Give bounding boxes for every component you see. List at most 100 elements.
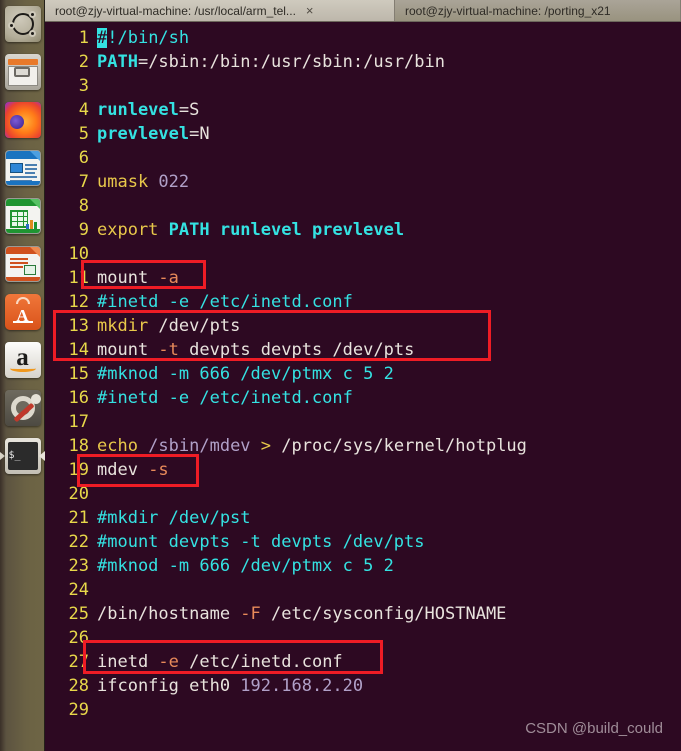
line-number: 12	[68, 292, 89, 312]
code-line: 11 mount -a	[45, 266, 681, 290]
launcher-item-firefox[interactable]	[0, 96, 45, 144]
launcher-item-ubuntu-dash[interactable]	[0, 0, 45, 48]
line-number: 7	[78, 172, 89, 192]
code-lines: 1 #!/bin/sh 2 PATH=/sbin:/bin:/usr/sbin:/us…	[45, 26, 681, 722]
code-token: =N	[189, 124, 210, 144]
launcher-item-terminal[interactable]: $_	[0, 432, 45, 480]
code-token: #mknod -m 666 /dev/ptmx c 5 2	[97, 364, 394, 384]
line-number: 20	[68, 484, 89, 504]
code-line: 29	[45, 698, 681, 722]
code-token: #	[97, 28, 108, 48]
code-token: devpts devpts /dev/pts	[178, 340, 415, 360]
code-line: 14 mount -t devpts devpts /dev/pts	[45, 338, 681, 362]
line-number: 9	[78, 220, 89, 240]
launcher-item-libreoffice-calc[interactable]	[0, 192, 45, 240]
code-token: -s	[148, 460, 169, 480]
code-line: 15 #mknod -m 666 /dev/ptmx c 5 2	[45, 362, 681, 386]
code-line: 19 mdev -s	[45, 458, 681, 482]
code-token: PATH runlevel prevlevel	[168, 220, 405, 240]
code-line: 12 #inetd -e /etc/inetd.conf	[45, 290, 681, 314]
terminal-tab-2-title: root@zjy-virtual-machine: /porting_x21	[405, 3, 611, 18]
code-line: 6	[45, 146, 681, 170]
terminal-icon-prompt: $_	[8, 450, 21, 461]
code-token: mount	[97, 268, 159, 288]
launcher-item-ubuntu-software[interactable]: A	[0, 288, 45, 336]
files-icon[interactable]	[4, 54, 41, 90]
code-line: 28 ifconfig eth0 192.168.2.20	[45, 674, 681, 698]
line-number: 4	[78, 100, 89, 120]
ubuntu-software-icon[interactable]: A	[4, 294, 41, 330]
code-line: 10	[45, 242, 681, 266]
amazon-icon[interactable]: a	[4, 342, 41, 378]
code-line: 23 #mknod -m 666 /dev/ptmx c 5 2	[45, 554, 681, 578]
line-number: 27	[68, 652, 89, 672]
code-token: umask	[97, 172, 159, 192]
launcher-item-system-settings[interactable]	[0, 384, 45, 432]
launcher-item-amazon[interactable]: a	[0, 336, 45, 384]
libreoffice-calc-icon[interactable]	[4, 198, 41, 234]
line-number: 3	[78, 76, 89, 96]
code-token: mkdir	[97, 316, 149, 336]
code-token: /dev/pts	[148, 316, 241, 336]
code-token: /bin/hostname	[97, 604, 241, 624]
launcher-item-libreoffice-impress[interactable]	[0, 240, 45, 288]
line-number: 8	[78, 196, 89, 216]
code-token: mount	[97, 340, 159, 360]
code-token: !/bin/sh	[107, 28, 190, 48]
line-number: 23	[68, 556, 89, 576]
code-line: 8	[45, 194, 681, 218]
code-line: 27 inetd -e /etc/inetd.conf	[45, 650, 681, 674]
line-number: 11	[68, 268, 89, 288]
code-token: 022	[158, 172, 190, 192]
firefox-icon[interactable]	[4, 102, 41, 138]
line-number: 16	[68, 388, 89, 408]
terminal-tab-2[interactable]: root@zjy-virtual-machine: /porting_x21	[395, 0, 681, 21]
terminal-icon[interactable]: $_	[4, 438, 41, 474]
line-number: 28	[68, 676, 89, 696]
system-settings-gear-icon[interactable]	[4, 390, 41, 426]
code-token: mdev	[97, 460, 149, 480]
line-number: 21	[68, 508, 89, 528]
launcher-item-files[interactable]	[0, 48, 45, 96]
code-token: #mknod -m 666 /dev/ptmx c 5 2	[97, 556, 394, 576]
line-number: 17	[68, 412, 89, 432]
ubuntu-logo-icon[interactable]	[4, 6, 41, 42]
terminal-window: root@zjy-virtual-machine: /usr/local/arm…	[45, 0, 681, 751]
line-number: 1	[78, 28, 89, 48]
code-line: 24	[45, 578, 681, 602]
code-token: /etc/inetd.conf	[178, 652, 343, 672]
code-token: inetd	[97, 652, 159, 672]
code-token: >	[260, 436, 282, 456]
launcher-item-libreoffice-writer[interactable]	[0, 144, 45, 192]
code-line: 9 export PATH runlevel prevlevel	[45, 218, 681, 242]
csdn-watermark: CSDN @build_could	[525, 720, 663, 737]
code-token: 192.168.2.20	[240, 676, 364, 696]
code-token: export	[97, 220, 169, 240]
libreoffice-writer-icon[interactable]	[4, 150, 41, 186]
code-token: ifconfig eth0	[97, 676, 241, 696]
code-token: /proc/sys/kernel/hotplug	[281, 436, 527, 456]
terminal-tab-1[interactable]: root@zjy-virtual-machine: /usr/local/arm…	[45, 0, 395, 21]
code-token: =S	[178, 100, 200, 120]
code-token: PATH	[97, 52, 138, 72]
line-number: 10	[68, 244, 89, 264]
line-number: 13	[68, 316, 89, 336]
code-line: 13 mkdir /dev/pts	[45, 314, 681, 338]
code-line: 5 prevlevel=N	[45, 122, 681, 146]
code-line: 17	[45, 410, 681, 434]
libreoffice-impress-icon[interactable]	[4, 246, 41, 282]
code-line: 21 #mkdir /dev/pst	[45, 506, 681, 530]
code-line: 22 #mount devpts -t devpts /dev/pts	[45, 530, 681, 554]
line-number: 26	[68, 628, 89, 648]
code-line: 20	[45, 482, 681, 506]
code-token: =/sbin:/bin:/usr/sbin:/usr/bin	[137, 52, 445, 72]
line-number: 22	[68, 532, 89, 552]
line-number: 14	[68, 340, 89, 360]
line-number: 25	[68, 604, 89, 624]
code-token: /sbin/mdev	[148, 436, 261, 456]
code-line: 18 echo /sbin/mdev > /proc/sys/kernel/hot…	[45, 434, 681, 458]
code-token: #mount devpts -t devpts /dev/pts	[97, 532, 425, 552]
close-icon[interactable]: ×	[302, 4, 314, 17]
vim-editor-screen[interactable]: 1 #!/bin/sh 2 PATH=/sbin:/bin:/usr/sbin:/us…	[45, 22, 681, 751]
unity-launcher: A a $_	[0, 0, 45, 751]
